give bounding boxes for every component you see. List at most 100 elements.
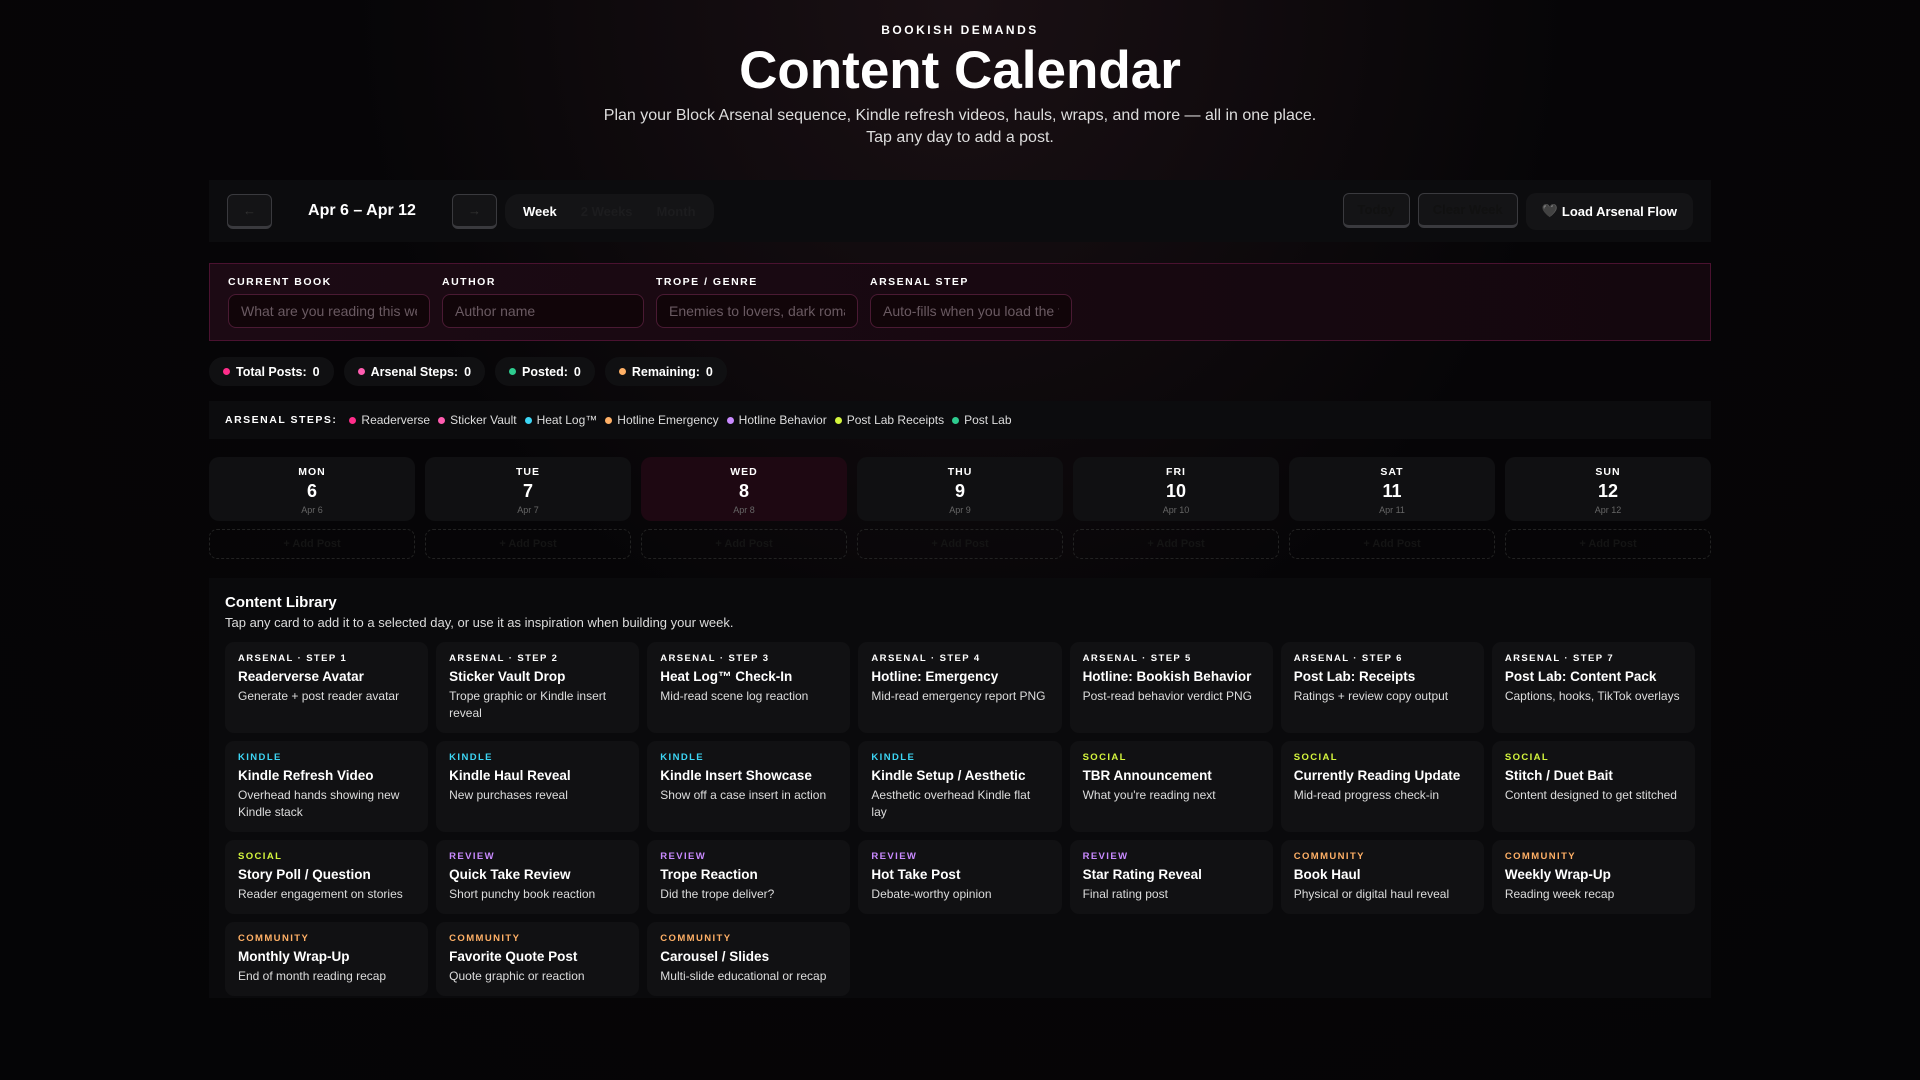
library-card[interactable]: SOCIAL Story Poll / Question Reader engage… — [225, 840, 429, 914]
library-card[interactable]: KINDLE Kindle Refresh Video Overhead hands… — [225, 741, 429, 832]
library-card[interactable]: REVIEW Hot Take Post Debate-worthy opinion — [858, 840, 1062, 914]
load-arsenal-flow-button[interactable]: 🖤 Load Arsenal Flow — [1525, 192, 1693, 230]
add-post-button[interactable]: + Add Post — [209, 529, 415, 559]
library-card[interactable]: ARSENAL · STEP 3 Heat Log™ Check-In Mid-re… — [647, 642, 851, 733]
library-card[interactable]: KINDLE Kindle Setup / Aesthetic Aesthetic … — [858, 741, 1062, 832]
day-date: Apr 12 — [1594, 505, 1622, 515]
day-date: Apr 9 — [949, 505, 971, 515]
library-card[interactable]: ARSENAL · STEP 5 Hotline: Bookish Behavio… — [1069, 642, 1273, 733]
arsenal-step-field[interactable]: Auto-fills when you load the flow — [870, 294, 1072, 328]
card-category: REVIEW — [449, 851, 496, 862]
card-description: Mid-read progress check-in — [1293, 788, 1440, 802]
trope-genre-input[interactable] — [657, 295, 857, 327]
page-title: Content Calendar — [739, 41, 1181, 100]
view-tab-2-weeks[interactable]: 2 Weeks — [569, 204, 645, 219]
next-week-button[interactable]: → — [452, 193, 497, 229]
author-field[interactable]: Author name — [442, 294, 644, 328]
brand-label: BOOKISH DEMANDS — [881, 23, 1039, 37]
legend-label: Hotline Emergency — [617, 413, 719, 427]
card-category: ARSENAL · STEP 3 — [660, 653, 770, 664]
library-card[interactable]: ARSENAL · STEP 1 Readerverse Avatar Genera… — [225, 642, 429, 733]
day-header-mon[interactable]: MON 6 Apr 6 — [209, 457, 415, 521]
day-header-sun[interactable]: SUN 12 Apr 12 — [1505, 457, 1711, 521]
library-card[interactable]: SOCIAL TBR Announcement What you're readin… — [1069, 741, 1273, 832]
day-column: SUN 12 Apr 12 + Add Post — [1505, 457, 1711, 559]
day-header-wed[interactable]: WED 8 Apr 8 — [641, 457, 847, 521]
form-field: CURRENT BOOK What are you reading this w… — [228, 276, 430, 328]
library-card[interactable]: COMMUNITY Monthly Wrap-Up End of month rea… — [225, 922, 429, 996]
day-column: TUE 7 Apr 7 + Add Post — [425, 457, 631, 559]
clear-week-button[interactable]: Clear Week — [1417, 192, 1518, 228]
add-post-button[interactable]: + Add Post — [857, 529, 1063, 559]
card-category: ARSENAL · STEP 2 — [449, 653, 559, 664]
add-post-button[interactable]: + Add Post — [425, 529, 631, 559]
library-card[interactable]: ARSENAL · STEP 7 Post Lab: Content Pack Ca… — [1491, 642, 1695, 733]
legend-dot-icon — [524, 416, 532, 424]
field-label: ARSENAL STEP — [870, 276, 969, 288]
card-title: Post Lab: Content Pack — [1504, 669, 1657, 684]
day-date: Apr 6 — [301, 505, 323, 515]
card-description: Show off a case insert in action — [660, 788, 827, 802]
card-title: Favorite Quote Post — [449, 949, 578, 964]
library-card[interactable]: KINDLE Kindle Insert Showcase Show off a c… — [647, 741, 851, 832]
card-category: ARSENAL · STEP 5 — [1082, 653, 1192, 664]
prev-week-button[interactable]: ← — [227, 193, 272, 229]
day-header-thu[interactable]: THU 9 Apr 9 — [857, 457, 1063, 521]
day-column: WED 8 Apr 8 + Add Post — [641, 457, 847, 559]
card-category: ARSENAL · STEP 6 — [1293, 653, 1403, 664]
add-post-button[interactable]: + Add Post — [1289, 529, 1495, 559]
page-subtitle: Plan your Block Arsenal sequence, Kindle… — [603, 107, 1317, 146]
legend-dot-icon — [438, 416, 446, 424]
day-name: MON — [298, 466, 326, 478]
add-post-button[interactable]: + Add Post — [1505, 529, 1711, 559]
view-tab-week[interactable]: Week — [511, 204, 569, 219]
library-card[interactable]: COMMUNITY Favorite Quote Post Quote graphi… — [436, 922, 640, 996]
view-tab-month[interactable]: Month — [645, 204, 708, 219]
legend-dot-icon — [834, 416, 842, 424]
card-description: Mid-read emergency report PNG — [871, 689, 1046, 703]
day-header-tue[interactable]: TUE 7 Apr 7 — [425, 457, 631, 521]
form-field: TROPE / GENRE Enemies to lovers, dark ro… — [656, 276, 858, 328]
stats-bar: Total Posts: 0 Arsenal Steps: 0 Posted: 0 Rema… — [209, 357, 727, 386]
library-card[interactable]: ARSENAL · STEP 4 Hotline: Emergency Mid-re… — [858, 642, 1062, 733]
stat-value: 0 — [312, 364, 320, 379]
library-card[interactable]: SOCIAL Stitch / Duet Bait Content designed… — [1491, 741, 1695, 832]
trope-genre-field[interactable]: Enemies to lovers, dark romance... — [656, 294, 858, 328]
library-card[interactable]: COMMUNITY Weekly Wrap-Up Reading week reca… — [1491, 840, 1695, 914]
stat-value: 0 — [464, 364, 472, 379]
current-book-input[interactable] — [229, 295, 429, 327]
library-card[interactable]: KINDLE Kindle Haul Reveal New purchases re… — [436, 741, 640, 832]
library-card[interactable]: SOCIAL Currently Reading Update Mid-read p… — [1280, 741, 1484, 832]
library-card[interactable]: COMMUNITY Carousel / Slides Multi-slide ed… — [647, 922, 851, 996]
library-card[interactable]: REVIEW Trope Reaction Did the trope delive… — [647, 840, 851, 914]
card-title: Kindle Setup / Aesthetic — [871, 768, 1026, 783]
library-description: Tap any card to add it to a selected day… — [225, 615, 734, 630]
field-label: TROPE / GENRE — [656, 276, 758, 288]
card-category: COMMUNITY — [238, 933, 310, 944]
arsenal-step-input[interactable] — [871, 295, 1071, 327]
day-number: 9 — [954, 481, 965, 501]
add-post-button[interactable]: + Add Post — [1073, 529, 1279, 559]
legend-title: ARSENAL STEPS: — [225, 414, 338, 426]
day-date: Apr 10 — [1162, 505, 1190, 515]
library-card[interactable]: REVIEW Quick Take Review Short punchy book… — [436, 840, 640, 914]
card-title: Trope Reaction — [660, 867, 758, 882]
day-header-fri[interactable]: FRI 10 Apr 10 — [1073, 457, 1279, 521]
stat-label: Posted: — [522, 364, 568, 379]
add-post-button[interactable]: + Add Post — [641, 529, 847, 559]
day-name: FRI — [1166, 466, 1186, 478]
today-button[interactable]: Today — [1342, 192, 1410, 228]
current-book-field[interactable]: What are you reading this week? — [228, 294, 430, 328]
library-card[interactable]: ARSENAL · STEP 2 Sticker Vault Drop Trope … — [436, 642, 640, 733]
library-card[interactable]: REVIEW Star Rating Reveal Final rating pos… — [1069, 840, 1273, 914]
calendar-toolbar: ← Apr 6 – Apr 12 → Week 2 Weeks Month Toda… — [209, 180, 1711, 242]
author-input[interactable] — [443, 295, 643, 327]
day-header-sat[interactable]: SAT 11 Apr 11 — [1289, 457, 1495, 521]
legend-label: Post Lab — [964, 413, 1012, 427]
library-card[interactable]: ARSENAL · STEP 6 Post Lab: Receipts Rating… — [1280, 642, 1484, 733]
library-card[interactable]: COMMUNITY Book Haul Physical or digital ha… — [1280, 840, 1484, 914]
day-name: THU — [947, 466, 973, 478]
legend-label: Post Lab Receipts — [846, 413, 945, 427]
card-title: Kindle Haul Reveal — [449, 768, 571, 783]
date-range: Apr 6 – Apr 12 — [308, 202, 416, 219]
